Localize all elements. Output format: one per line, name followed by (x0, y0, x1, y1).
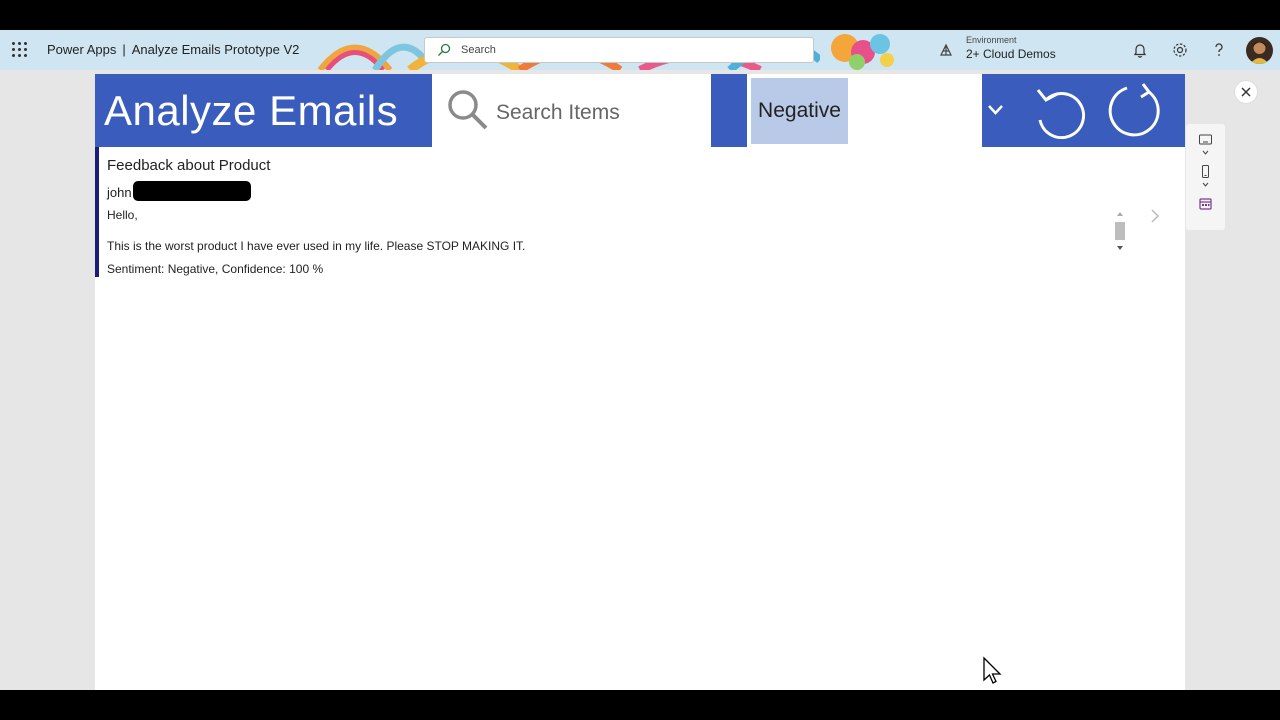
refresh-icon[interactable] (1105, 80, 1167, 142)
app-header: Analyze Emails Search Items Negative (95, 74, 1185, 147)
page-title: Analyze Emails (104, 87, 399, 134)
environment-label: Environment (966, 35, 1017, 45)
calendar-icon[interactable] (1198, 196, 1213, 211)
user-avatar[interactable] (1246, 37, 1273, 64)
bell-icon[interactable] (1131, 41, 1149, 59)
mouse-cursor-icon (983, 656, 1002, 684)
device-preview-panel (1186, 124, 1225, 230)
app-name[interactable]: Power Apps (47, 42, 116, 57)
environment-name[interactable]: 2+ Cloud Demos (966, 47, 1056, 61)
redaction-bar (133, 181, 251, 201)
help-icon[interactable] (1210, 41, 1228, 59)
search-items-input[interactable]: Search Items (432, 74, 711, 147)
close-icon (1241, 87, 1251, 97)
gear-icon[interactable] (1171, 41, 1189, 59)
tablet-icon[interactable] (1198, 132, 1213, 147)
search-items-placeholder: Search Items (496, 101, 620, 124)
search-placeholder: Search (461, 44, 496, 56)
phone-icon[interactable] (1198, 164, 1213, 179)
chevron-down-icon[interactable] (1198, 148, 1213, 158)
letterbox-bottom (0, 690, 1280, 720)
dropdown-selected-value[interactable]: Negative (751, 78, 848, 144)
chevron-down-icon[interactable] (982, 74, 1009, 147)
environment-icon (940, 43, 952, 56)
sentiment-filter-dropdown[interactable]: Negative (747, 74, 1009, 147)
magnifier-icon (448, 90, 488, 130)
chevron-down-icon[interactable] (1198, 180, 1213, 190)
app-title: Analyze Emails Prototype V2 (131, 42, 300, 57)
app-canvas: Analyze Emails Search Items Negative Fee… (95, 74, 1185, 690)
close-button[interactable] (1234, 80, 1258, 104)
vertical-scrollbar[interactable] (1114, 208, 1126, 254)
letterbox-top (0, 0, 1280, 30)
chevron-right-icon[interactable] (1145, 206, 1165, 226)
email-sender: john (107, 185, 132, 200)
global-search-input[interactable]: Search (424, 37, 814, 63)
email-body: This is the worst product I have ever us… (107, 239, 526, 253)
email-greeting: Hello, (107, 208, 138, 222)
app-launcher-waffle-icon[interactable] (12, 42, 28, 58)
email-subject: Feedback about Product (107, 157, 271, 174)
undo-icon[interactable] (1030, 80, 1092, 142)
header-decoration-right (831, 34, 894, 70)
email-gallery-item[interactable]: Feedback about Product john Hello, This … (95, 147, 1131, 277)
sentiment-result: Sentiment: Negative, Confidence: 100 % (107, 262, 324, 276)
search-icon (438, 43, 451, 56)
power-apps-header: Power Apps | Analyze Emails Prototype V2 S… (0, 30, 1280, 70)
breadcrumb-separator: | (122, 42, 126, 57)
workspace: Analyze Emails Search Items Negative Fee… (0, 70, 1280, 690)
scrollbar-thumb[interactable] (1115, 222, 1125, 240)
app-breadcrumb: Power Apps | Analyze Emails Prototype V2 (47, 42, 299, 57)
